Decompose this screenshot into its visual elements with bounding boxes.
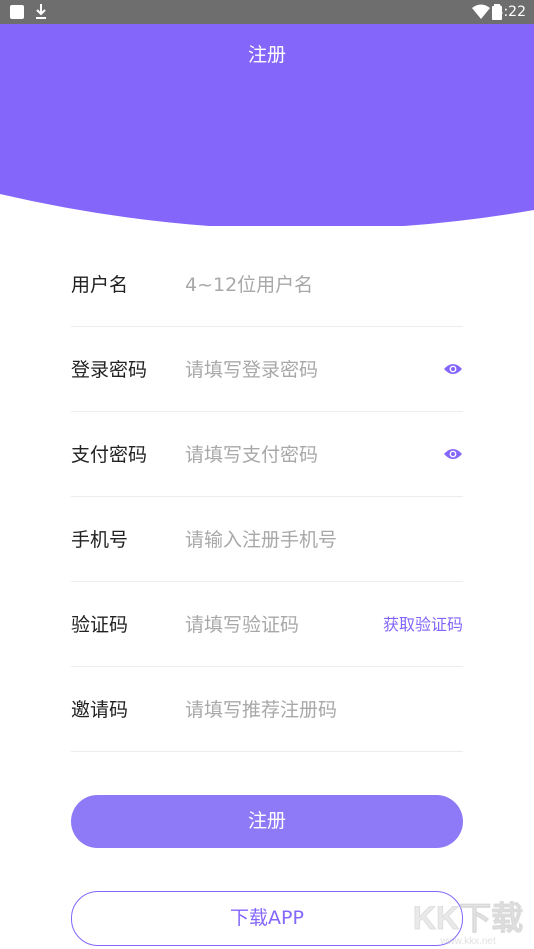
- watermark-url: www.kkx.net: [439, 936, 496, 947]
- page-title: 注册: [247, 44, 286, 66]
- get-code-button[interactable]: 获取验证码: [383, 614, 463, 636]
- username-label: 用户名: [71, 274, 129, 296]
- form-row-login-password: 登录密码: [71, 327, 463, 412]
- verification-code-input[interactable]: [185, 610, 365, 640]
- form-row-phone: 手机号: [71, 497, 463, 582]
- wifi-icon: [472, 4, 490, 19]
- invite-code-input[interactable]: [185, 695, 415, 725]
- header-curve-background: [0, 86, 534, 226]
- app-header: 注册: [0, 24, 534, 87]
- phone-input[interactable]: [185, 525, 415, 555]
- eye-icon[interactable]: [443, 362, 463, 376]
- register-form: 用户名 登录密码 支付密码 手机号 验证码 获取验证码 邀请码: [71, 242, 463, 752]
- verification-code-label: 验证码: [71, 614, 129, 636]
- form-row-payment-password: 支付密码: [71, 412, 463, 497]
- download-arrow-icon: [36, 4, 46, 19]
- download-app-button[interactable]: 下载APP: [71, 891, 463, 946]
- form-row-username: 用户名: [71, 242, 463, 327]
- form-row-verification-code: 验证码 获取验证码: [71, 582, 463, 667]
- payment-password-label: 支付密码: [71, 444, 148, 466]
- phone-label: 手机号: [71, 529, 129, 551]
- notification-square-icon: [10, 5, 24, 19]
- payment-password-input[interactable]: [185, 440, 415, 470]
- watermark-text: KK下载: [413, 900, 523, 936]
- kkx-watermark-logo: KK下载 www.kkx.net: [412, 900, 523, 947]
- eye-icon[interactable]: [443, 447, 463, 461]
- login-password-input[interactable]: [185, 355, 415, 385]
- login-password-label: 登录密码: [71, 359, 148, 381]
- invite-code-label: 邀请码: [71, 699, 129, 721]
- register-button[interactable]: 注册: [71, 795, 463, 848]
- status-time: 4:22: [494, 4, 526, 20]
- form-row-invite-code: 邀请码: [71, 667, 463, 752]
- username-input[interactable]: [185, 270, 415, 300]
- status-bar: 4:22: [0, 0, 534, 24]
